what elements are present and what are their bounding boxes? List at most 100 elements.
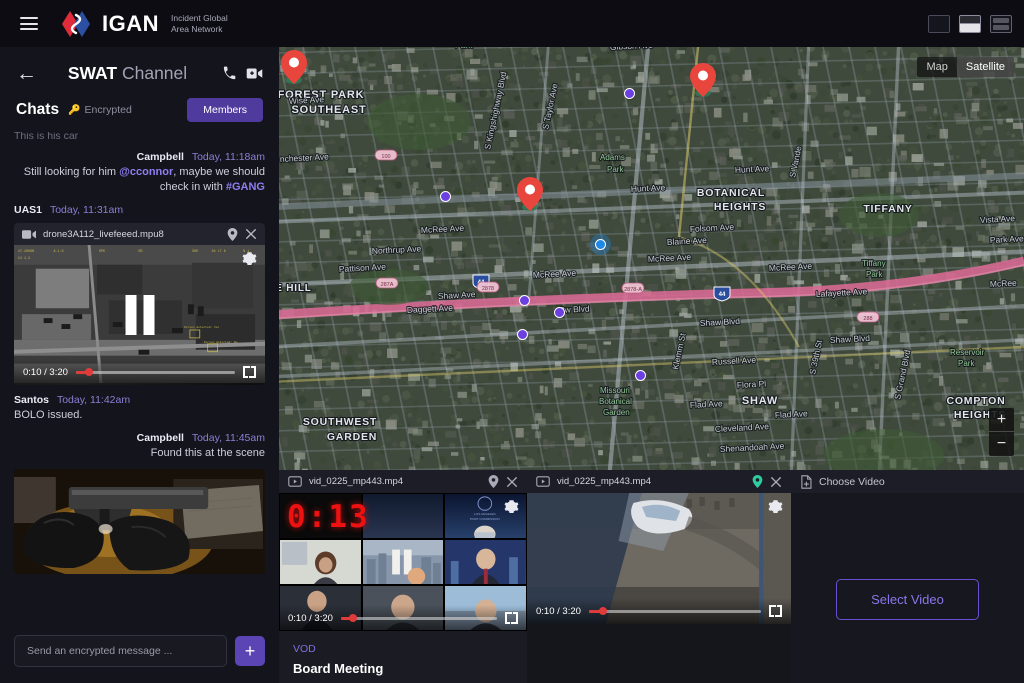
gear-icon[interactable] <box>768 499 783 519</box>
svg-text:LOS ANGELES: LOS ANGELES <box>474 512 496 516</box>
svg-text:TIFFANY: TIFFANY <box>863 203 912 215</box>
phone-icon[interactable] <box>222 66 237 81</box>
conference-tile <box>362 493 445 539</box>
car-video-stage[interactable]: 0:10 / 3:20 <box>527 493 791 624</box>
brand-subtitle-line2: Area Network <box>171 24 228 35</box>
conference-timer: 0:13 <box>287 499 370 535</box>
message-author: UAS1 <box>14 204 42 216</box>
svg-text:C4 1.3: C4 1.3 <box>18 257 30 261</box>
video-controls: 0:10 / 3:20 <box>527 598 791 624</box>
map-dot-marker[interactable] <box>554 307 565 318</box>
bottom-video-bar: vid_0225_mp443.mp4 LOS ANGELES <box>279 470 1024 683</box>
fullscreen-icon[interactable] <box>505 612 518 624</box>
close-icon[interactable] <box>245 228 257 240</box>
map-pin-marker[interactable] <box>281 50 307 84</box>
chat-header: ← SWAT Channel <box>0 47 279 84</box>
conference-tile <box>362 539 445 585</box>
video-progress-bar[interactable] <box>589 610 761 613</box>
hashtag-link[interactable]: #GANG <box>226 181 265 193</box>
conference-video-stage[interactable]: LOS ANGELES PORT COMMISSION <box>279 493 527 631</box>
message-item: Campbell Today, 11:18am Still looking fo… <box>14 151 265 195</box>
svg-text:Park: Park <box>607 165 624 174</box>
back-arrow-icon[interactable]: ← <box>16 63 37 84</box>
location-pin-icon[interactable] <box>227 228 238 241</box>
svg-text:Tiffany: Tiffany <box>862 259 886 268</box>
gear-icon[interactable] <box>504 499 519 519</box>
svg-text:RD: RD <box>139 250 143 254</box>
igan-logo-icon <box>60 9 94 39</box>
video-time-display: 0:10 / 3:20 <box>536 606 581 617</box>
map-dot-marker[interactable] <box>595 239 606 250</box>
svg-text:THE HILL: THE HILL <box>279 283 312 294</box>
message-author: Campbell <box>137 432 184 444</box>
message-header: UAS1 Today, 11:31am <box>14 204 265 216</box>
svg-text:Garden: Garden <box>603 408 630 417</box>
svg-text:Missouri: Missouri <box>600 386 630 395</box>
svg-text:100: 100 <box>381 154 390 160</box>
file-add-icon <box>800 475 812 489</box>
close-icon[interactable] <box>770 476 782 488</box>
map-dot-marker[interactable] <box>519 295 530 306</box>
video-call-icon[interactable] <box>246 66 263 81</box>
video-filename: vid_0225_mp443.mp4 <box>309 476 481 487</box>
add-attachment-button[interactable]: + <box>235 636 265 666</box>
map-dot-marker[interactable] <box>440 191 451 202</box>
fullscreen-icon[interactable] <box>243 366 256 378</box>
gear-icon[interactable] <box>242 251 257 271</box>
select-video-button[interactable]: Select Video <box>836 579 979 620</box>
svg-text:McRee: McRee <box>990 278 1018 289</box>
window-mode-controls <box>928 15 1012 33</box>
mention-link[interactable]: @cconnor <box>119 166 173 178</box>
single-pane-icon[interactable] <box>928 15 950 33</box>
map-dot-marker[interactable] <box>624 88 635 99</box>
close-icon[interactable] <box>506 476 518 488</box>
drone-video-stage[interactable]: 47.2908NA.1.0 SPKRD 30004 LT 6 N 1C4 1.3… <box>14 245 265 385</box>
select-video-area: Select Video <box>791 493 1024 683</box>
svg-text:Botanical: Botanical <box>599 397 632 406</box>
message-item: UAS1 Today, 11:31am drone3A112_livefeeed… <box>14 204 265 385</box>
message-author: Santos <box>14 394 49 406</box>
map-pin-marker[interactable] <box>517 177 543 211</box>
svg-text:287A: 287A <box>381 282 394 288</box>
hamburger-menu-icon[interactable] <box>20 17 38 30</box>
pause-icon[interactable] <box>125 295 154 335</box>
svg-text:Person detected: No: Person detected: No <box>204 340 238 344</box>
split-pane-icon[interactable] <box>959 15 981 33</box>
fullscreen-icon[interactable] <box>769 605 782 617</box>
grid-pane-icon[interactable] <box>990 15 1012 33</box>
video-progress-bar[interactable] <box>341 617 497 620</box>
map-zoom-controls: + − <box>989 408 1014 456</box>
svg-text:A.1.0: A.1.0 <box>54 250 64 254</box>
video-panel-bar: vid_0225_mp443.mp4 <box>279 470 527 493</box>
zoom-in-button[interactable]: + <box>989 408 1014 432</box>
zoom-out-button[interactable]: − <box>989 432 1014 456</box>
video-filename: drone3A112_livefeeed.mpu8 <box>43 229 220 240</box>
map-view[interactable]: KINGS OAKFOREST PARKSOUTHEASTBOTANICALHE… <box>279 47 1024 470</box>
location-pin-icon[interactable] <box>488 475 499 488</box>
svg-text:Flad Ave: Flad Ave <box>775 408 809 420</box>
location-pin-icon[interactable] <box>752 475 763 488</box>
map-dot-marker[interactable] <box>517 329 528 340</box>
message-time: Today, 11:45am <box>192 432 265 444</box>
chat-panel: ← SWAT Channel <box>0 47 279 683</box>
message-input[interactable] <box>14 635 227 667</box>
svg-text:Adams: Adams <box>600 153 625 162</box>
svg-text:HEIGHTS: HEIGHTS <box>714 201 766 213</box>
top-bar: IGAN Incident Global Area Network <box>0 0 1024 47</box>
video-progress-bar[interactable] <box>76 371 235 374</box>
video-time-display: 0:10 / 3:20 <box>23 367 68 378</box>
svg-text:47.2908N: 47.2908N <box>18 250 34 254</box>
video-file-icon <box>22 229 36 240</box>
members-button[interactable]: Members <box>187 98 263 122</box>
map-mode-satellite[interactable]: Satellite <box>957 57 1014 77</box>
choose-video-bar[interactable]: Choose Video <box>791 470 1024 493</box>
svg-text:Vista Ave: Vista Ave <box>980 213 1016 225</box>
evidence-photo-firearm[interactable] <box>14 469 265 574</box>
map-mode-map[interactable]: Map <box>917 57 956 77</box>
svg-text:2878-A: 2878-A <box>624 287 642 293</box>
message-text: Found this at the scene <box>14 446 265 461</box>
map-pin-marker[interactable] <box>690 63 716 97</box>
map-dot-marker[interactable] <box>635 370 646 381</box>
channel-title: SWAT Channel <box>37 63 218 84</box>
message-list[interactable]: This is his car Campbell Today, 11:18am … <box>0 132 279 623</box>
